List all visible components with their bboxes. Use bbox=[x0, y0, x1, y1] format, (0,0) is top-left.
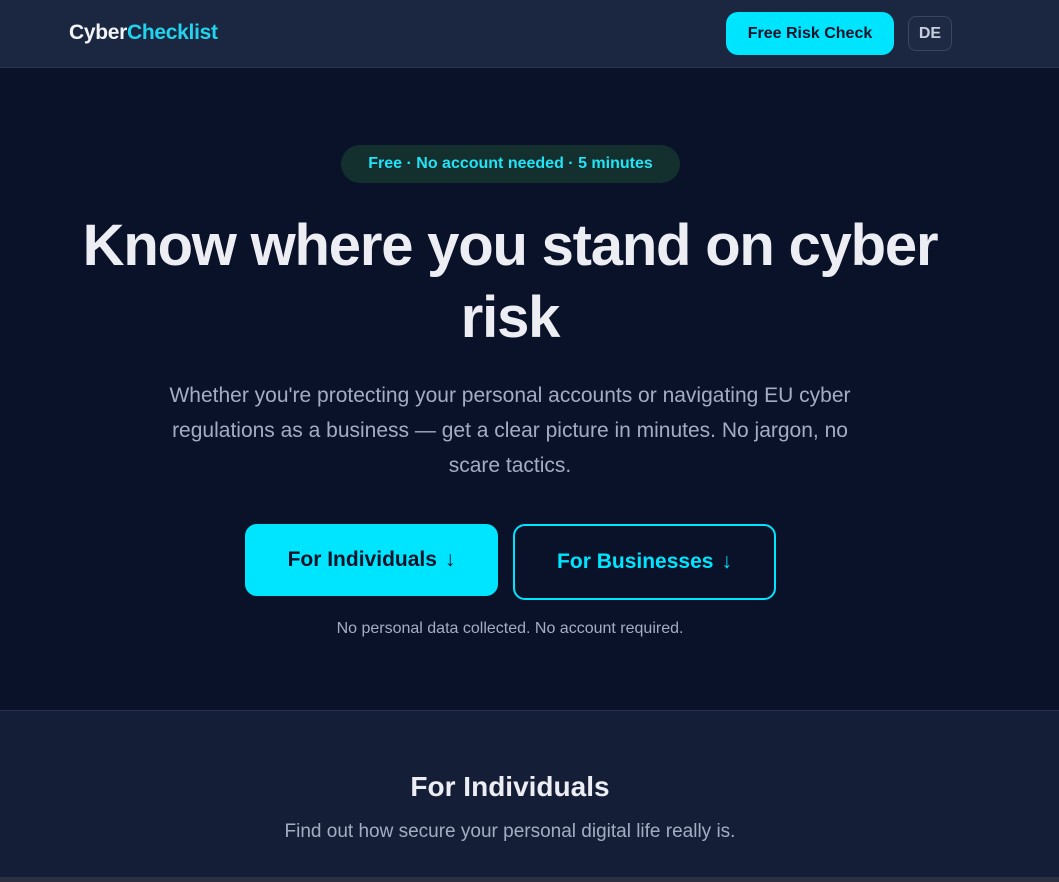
logo-text-checklist: Checklist bbox=[127, 21, 218, 44]
section-title: For Individuals bbox=[410, 771, 610, 802]
for-businesses-label: For Businesses bbox=[557, 550, 714, 573]
arrow-down-icon: ↓ bbox=[444, 548, 456, 571]
hero-section: Free · No account needed · 5 minutes Kno… bbox=[0, 68, 1059, 710]
navbar: CyberChecklist Free Risk Check DE bbox=[0, 0, 1059, 68]
section-divider bbox=[0, 877, 1059, 882]
hero-headline: Know where you stand on cyber risk bbox=[82, 213, 939, 350]
section-subtitle: Find out how secure your personal digita… bbox=[284, 821, 736, 842]
logo[interactable]: CyberChecklist bbox=[69, 21, 218, 45]
individuals-section: For Individuals Find out how secure your… bbox=[0, 710, 1059, 882]
for-individuals-label: For Individuals bbox=[287, 548, 437, 571]
privacy-note: No personal data collected. No account r… bbox=[336, 620, 684, 637]
for-individuals-button[interactable]: For Individuals ↓ bbox=[245, 524, 498, 596]
feature-pill: Free · No account needed · 5 minutes bbox=[341, 145, 680, 183]
arrow-down-icon: ↓ bbox=[721, 550, 732, 573]
language-toggle-button[interactable]: DE bbox=[908, 16, 952, 51]
for-businesses-button[interactable]: For Businesses ↓ bbox=[513, 524, 776, 600]
hero-subtitle: Whether you're protecting your personal … bbox=[169, 384, 851, 477]
logo-text-cyber: Cyber bbox=[69, 21, 128, 44]
free-risk-check-button[interactable]: Free Risk Check bbox=[726, 12, 894, 55]
